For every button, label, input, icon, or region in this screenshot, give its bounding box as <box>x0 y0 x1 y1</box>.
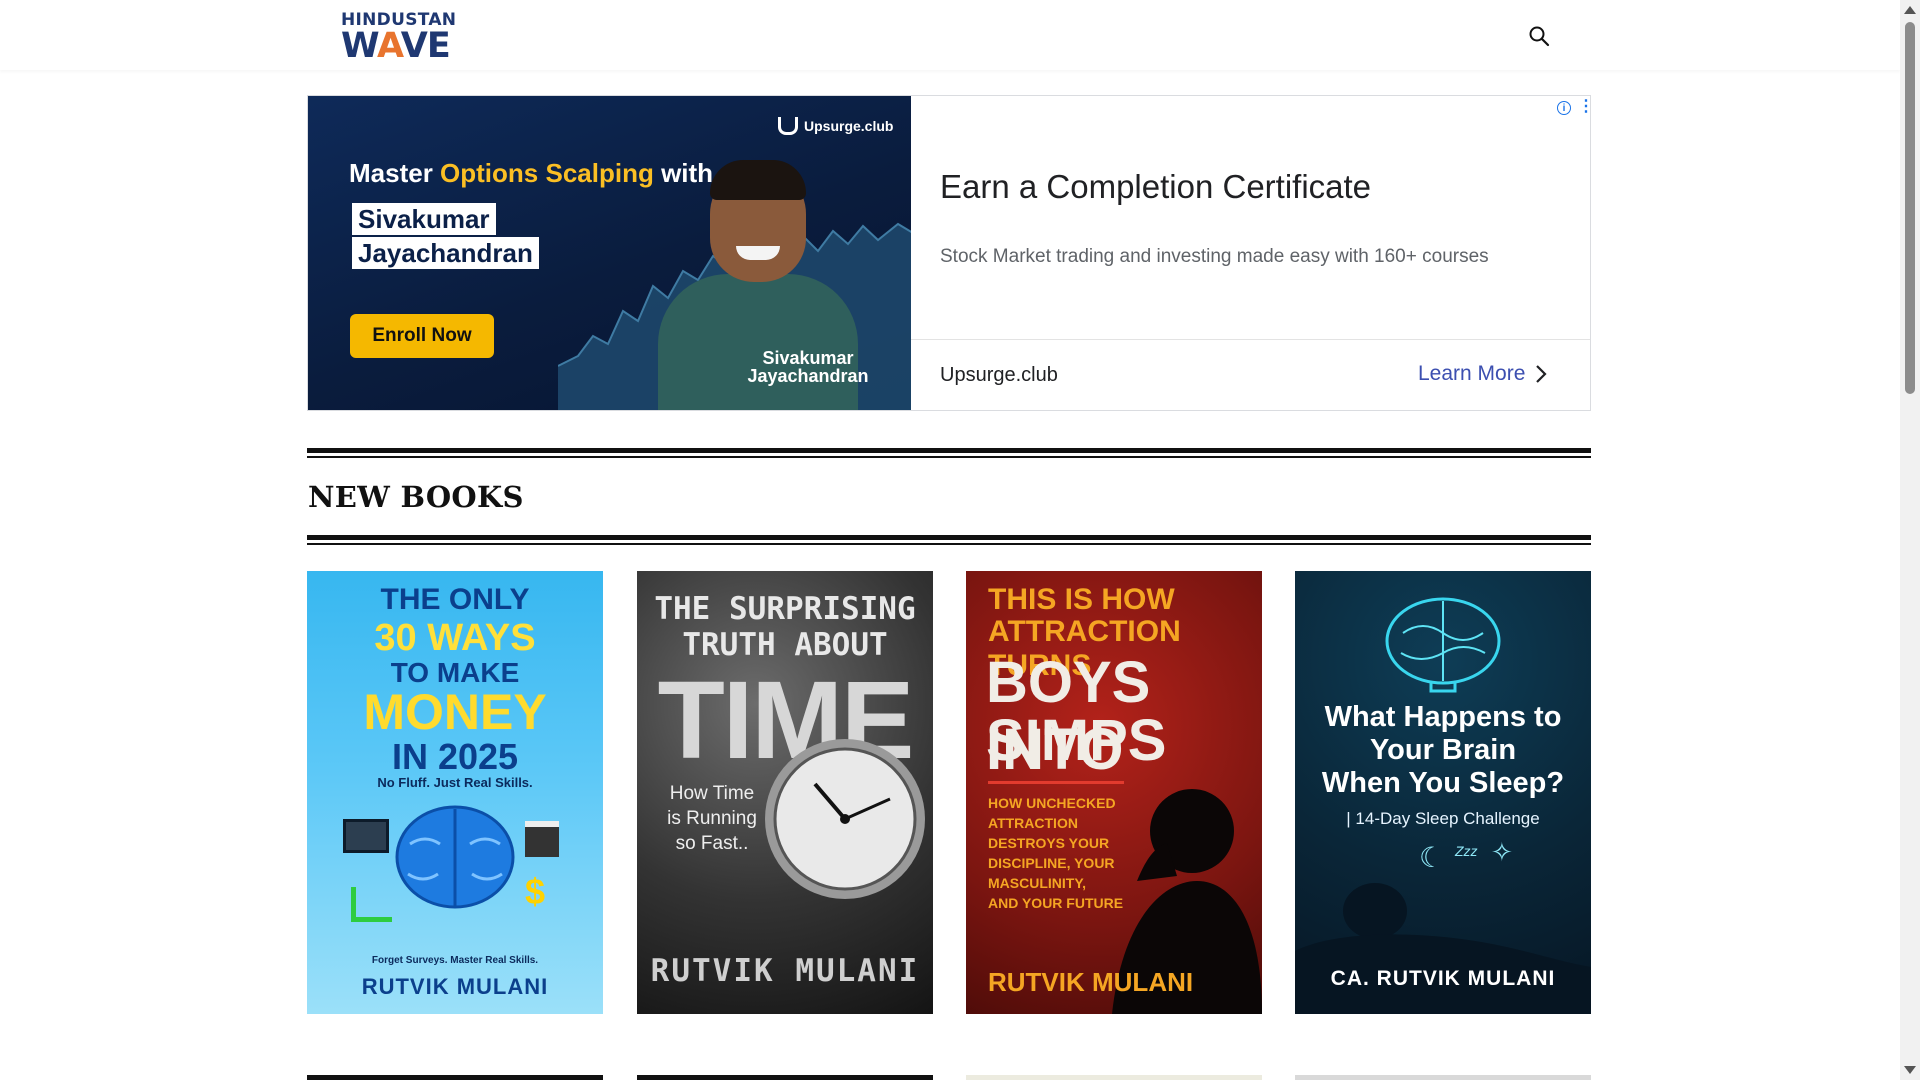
next-book-cover-3[interactable] <box>966 1075 1262 1080</box>
next-book-cover-1[interactable] <box>307 1075 603 1080</box>
laptop-icon <box>343 819 389 853</box>
chevron-right-icon <box>1536 365 1547 383</box>
search-icon <box>1529 26 1550 47</box>
section-rule-bottom-thin <box>307 543 1591 545</box>
logo-line2: WAVE <box>341 26 451 66</box>
ad-info-icon[interactable]: i <box>1557 101 1571 115</box>
zzz-icon: Zzz <box>1455 843 1478 859</box>
search-button[interactable] <box>1527 24 1551 48</box>
section-rule-top-thin <box>307 456 1591 458</box>
ad-domain: Upsurge.club <box>940 364 1058 386</box>
ad-name-line2: Jayachandran <box>352 237 539 269</box>
ad-title[interactable]: Earn a Completion Certificate <box>940 168 1371 206</box>
glowing-brain-icon <box>1385 597 1501 693</box>
ad-name-line1: Sivakumar <box>352 203 496 235</box>
next-book-cover-4[interactable] <box>1295 1075 1591 1080</box>
section-rule-bottom-thick <box>307 535 1591 540</box>
ad-image[interactable]: Upsurge.club Master Options Scalping wit… <box>308 96 911 410</box>
ad-headline: Master Options Scalping with <box>349 158 714 188</box>
section-rule-top-thick <box>307 448 1591 453</box>
upsurge-logo-icon <box>778 117 798 135</box>
book-cover-attraction-simps[interactable]: THIS IS HOW ATTRACTION TURNS BOYS INTO S… <box>966 571 1262 1014</box>
learn-more-link[interactable]: Learn More <box>1418 362 1547 386</box>
ad-description: Stock Market trading and investing made … <box>940 246 1489 267</box>
ad-photo-caption: Sivakumar Jayachandran <box>747 348 869 386</box>
scroll-down-arrow-icon[interactable] <box>1904 1066 1916 1074</box>
advertisement-banner[interactable]: Upsurge.club Master Options Scalping wit… <box>307 95 1591 411</box>
book-cover-surprising-truth-time[interactable]: THE SURPRISING TRUTH ABOUT TIME How Time… <box>637 571 933 1014</box>
next-book-cover-2[interactable] <box>637 1075 933 1080</box>
site-logo[interactable]: HINDUSTAN WAVE <box>341 12 456 66</box>
scrollbar-thumb[interactable] <box>1905 22 1915 394</box>
time-subtitle: How Time is Running so Fast.. <box>667 783 757 854</box>
enroll-now-button[interactable]: Enroll Now <box>350 314 494 358</box>
dollar-icon: $ <box>525 871 546 912</box>
section-title: NEW BOOKS <box>308 480 524 514</box>
page-scrollbar[interactable] <box>1900 0 1920 1080</box>
clapperboard-icon <box>525 821 559 857</box>
moon-icon: ☾ <box>1419 842 1445 873</box>
brain-illustration <box>395 805 515 909</box>
scroll-up-arrow-icon[interactable] <box>1904 6 1916 14</box>
book-cover-30-ways-money[interactable]: THE ONLY 30 WAYS TO MAKE MONEY IN 2025 N… <box>307 571 603 1014</box>
ad-menu-icon[interactable]: ⋮ <box>1578 99 1590 115</box>
site-header: HINDUSTAN WAVE <box>0 0 1900 70</box>
book-cover-brain-sleep[interactable]: What Happens to Your Brain When You Slee… <box>1295 571 1591 1014</box>
sleeping-person-illustration <box>1295 883 1591 1014</box>
growth-chart-icon <box>351 887 392 922</box>
star-icon: ✧ <box>1491 837 1513 867</box>
ad-divider <box>911 339 1590 340</box>
ad-brand-logo: Upsurge.club <box>778 117 893 135</box>
clock-illustration <box>765 739 925 899</box>
